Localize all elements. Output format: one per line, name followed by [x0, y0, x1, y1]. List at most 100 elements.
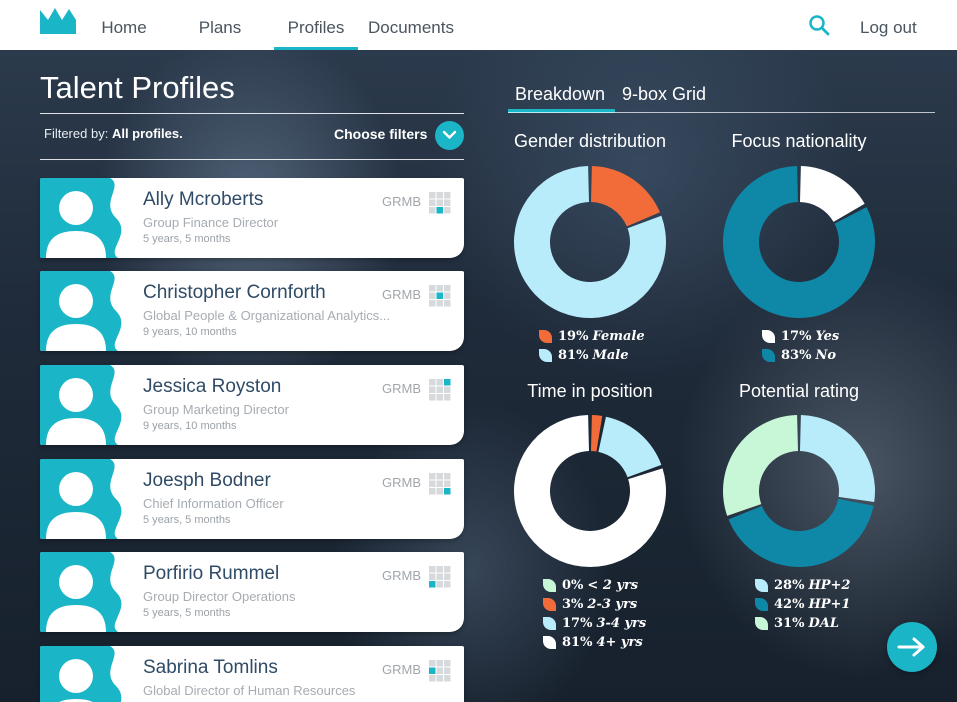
legend-label: HP+1 — [808, 597, 851, 612]
legend-value: 83% — [781, 348, 812, 363]
page-title: Talent Profiles — [40, 70, 235, 105]
legend-item: 31% DAL — [755, 614, 850, 633]
donut-slice — [723, 415, 799, 516]
profile-card[interactable]: Porfirio Rummel Group Director Operation… — [40, 552, 464, 632]
filter-label: Filtered by: — [44, 126, 109, 141]
legend-value: 31% — [774, 616, 805, 631]
legend-label: Female — [592, 329, 645, 344]
profile-card[interactable]: Jessica Royston Group Marketing Director… — [40, 365, 464, 445]
avatar-icon — [40, 365, 122, 445]
donut-slice — [799, 415, 875, 503]
filter-status: Filtered by: All profiles. — [44, 126, 183, 141]
tabs-divider — [508, 112, 935, 113]
nav-home[interactable]: Home — [96, 0, 152, 50]
legend-label: Yes — [815, 329, 840, 344]
legend-label: HP+2 — [808, 578, 851, 593]
time-in-position-donut-chart — [514, 415, 666, 567]
avatar-icon — [40, 646, 122, 702]
legend-label: DAL — [808, 616, 839, 631]
legend-label: Male — [592, 348, 629, 363]
gender-legend: 19% Female 81% Male — [539, 327, 645, 365]
potential-donut-chart — [723, 415, 875, 567]
legend-label: 4+ yrs — [596, 635, 643, 650]
tab-9-box-grid[interactable]: 9-box Grid — [622, 84, 706, 105]
chevron-down-icon — [442, 130, 457, 139]
legend-swatch-icon — [762, 330, 775, 343]
profile-name: Porfirio Rummel — [143, 563, 280, 584]
time-in-position-legend: 0% < 2 yrs 3% 2-3 yrs 17% 3-4 yrs 81% 4+ yrs — [543, 576, 646, 652]
nine-box-grid-icon — [429, 192, 451, 214]
filter-value: All profiles. — [111, 126, 183, 141]
legend-label: 3-4 yrs — [596, 616, 647, 631]
profile-code: GRMB — [382, 287, 421, 302]
nine-box-grid-icon — [429, 473, 451, 495]
logout-link[interactable]: Log out — [860, 0, 917, 50]
legend-swatch-icon — [755, 598, 768, 611]
profile-code: GRMB — [382, 662, 421, 677]
profile-role: Global People & Organizational Analytics… — [143, 308, 391, 323]
legend-item: 81% Male — [539, 346, 645, 365]
legend-value: 28% — [774, 578, 805, 593]
avatar-icon — [40, 271, 122, 351]
nav-documents[interactable]: Documents — [366, 0, 456, 50]
top-nav: Home Plans Profiles Documents Log out — [0, 0, 957, 50]
legend-swatch-icon — [543, 636, 556, 649]
filter-dropdown-button[interactable] — [435, 121, 464, 150]
next-button[interactable] — [887, 622, 937, 672]
tab-breakdown[interactable]: Breakdown — [515, 84, 605, 105]
legend-item: 0% < 2 yrs — [543, 576, 646, 595]
legend-label: 2-3 yrs — [587, 597, 638, 612]
nine-box-grid-icon — [429, 660, 451, 682]
choose-filters-link[interactable]: Choose filters — [334, 126, 427, 142]
legend-swatch-icon — [539, 330, 552, 343]
profile-code: GRMB — [382, 475, 421, 490]
profile-name: Christopher Cornforth — [143, 282, 326, 303]
donut-slice — [598, 416, 662, 478]
profile-card[interactable]: Christopher Cornforth Global People & Or… — [40, 271, 464, 351]
legend-value: 81% — [558, 348, 589, 363]
legend-swatch-icon — [762, 349, 775, 362]
profile-tenure: 9 years, 10 months — [143, 326, 237, 338]
legend-value: 81% — [562, 635, 593, 650]
profile-role: Global Director of Human Resources — [143, 683, 356, 698]
avatar-icon — [40, 178, 122, 258]
legend-item: 42% HP+1 — [755, 595, 850, 614]
profile-role: Group Marketing Director — [143, 402, 289, 417]
profile-tenure: 5 years, 5 months — [143, 233, 231, 245]
profile-card[interactable]: Sabrina Tomlins Global Director of Human… — [40, 646, 464, 702]
legend-swatch-icon — [543, 598, 556, 611]
legend-item: 81% 4+ yrs — [543, 633, 646, 652]
profile-role: Group Director Operations — [143, 589, 296, 604]
legend-value: 42% — [774, 597, 805, 612]
legend-swatch-icon — [543, 617, 556, 630]
profile-card[interactable]: Joesph Bodner Chief Information Officer … — [40, 459, 464, 539]
profile-role: Group Finance Director — [143, 215, 279, 230]
legend-swatch-icon — [755, 617, 768, 630]
legend-item: 19% Female — [539, 327, 645, 346]
profile-role: Chief Information Officer — [143, 496, 284, 511]
legend-swatch-icon — [755, 579, 768, 592]
profile-code: GRMB — [382, 568, 421, 583]
donut-slice — [728, 498, 874, 567]
profile-tenure: 9 years, 10 months — [143, 420, 237, 432]
gender-donut-chart — [514, 166, 666, 318]
legend-item: 83% No — [762, 346, 839, 365]
profile-code: GRMB — [382, 194, 421, 209]
profile-card[interactable]: Ally Mcroberts Group Finance Director 5 … — [40, 178, 464, 258]
nav-plans[interactable]: Plans — [192, 0, 248, 50]
logo-icon[interactable] — [40, 6, 76, 34]
chart-title-potential: Potential rating — [738, 381, 860, 401]
legend-item: 3% 2-3 yrs — [543, 595, 646, 614]
legend-swatch-icon — [539, 349, 552, 362]
search-icon[interactable] — [808, 14, 830, 36]
filter-divider — [40, 159, 464, 160]
profile-tenure: 5 years, 5 months — [143, 514, 231, 526]
nav-profiles[interactable]: Profiles — [274, 0, 358, 50]
nine-box-grid-icon — [429, 285, 451, 307]
chart-title-time-in-position: Time in position — [527, 381, 653, 401]
nine-box-grid-icon — [429, 379, 451, 401]
profile-name: Joesph Bodner — [143, 470, 271, 491]
potential-legend: 28% HP+2 42% HP+1 31% DAL — [755, 576, 850, 633]
legend-swatch-icon — [543, 579, 556, 592]
nine-box-grid-icon — [429, 566, 451, 588]
